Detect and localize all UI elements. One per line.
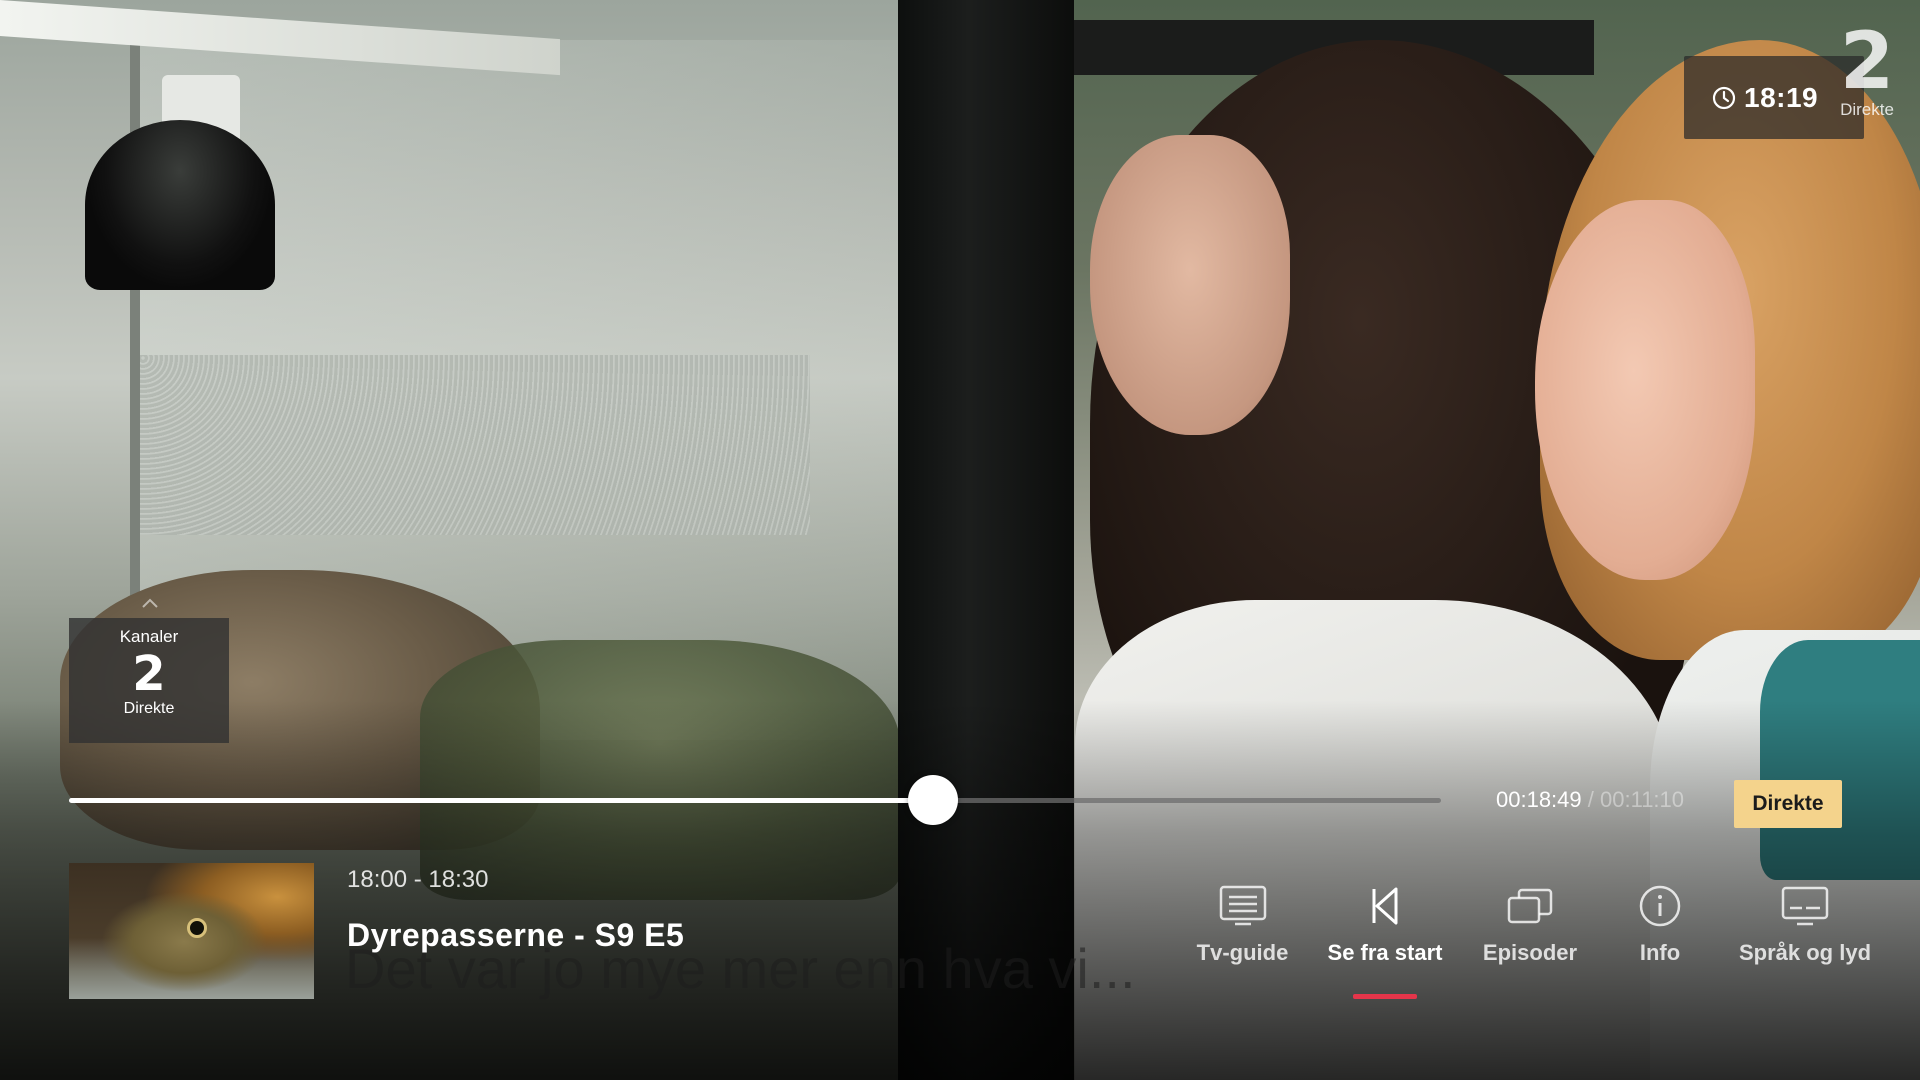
time-readout: 00:18:49 / 00:11:10 (1496, 787, 1684, 813)
current-time: 00:18:49 (1496, 787, 1582, 812)
channels-status: Direkte (123, 700, 175, 717)
channels-number: 2 (132, 646, 166, 702)
info-icon (1639, 885, 1681, 927)
progress-fill (69, 798, 934, 803)
active-indicator (1353, 994, 1417, 999)
tv-guide-icon (1219, 885, 1266, 926)
menu-label: Språk og lyd (1738, 940, 1872, 965)
menu-item-sprak-og-lyd[interactable]: Språk og lyd (1725, 884, 1885, 966)
clock-icon (1712, 86, 1736, 109)
live-button[interactable]: Direkte (1734, 780, 1842, 828)
time-separator: / (1587, 787, 1594, 812)
total-time: 00:11:10 (1600, 787, 1685, 812)
menu-label: Tv-guide (1196, 940, 1289, 965)
channels-button[interactable]: Kanaler 2 Direkte (69, 618, 229, 743)
channel-logo-number: 2 (1839, 17, 1895, 107)
skip-to-start-icon (1372, 887, 1398, 925)
menu-item-se-fra-start[interactable]: Se fra start (1315, 884, 1455, 999)
menu-item-episoder[interactable]: Episoder (1465, 884, 1595, 966)
menu-item-tv-guide[interactable]: Tv-guide (1170, 884, 1315, 966)
program-thumbnail (69, 863, 314, 999)
menu-label: Episoder (1482, 940, 1578, 965)
channels-label: Kanaler (119, 627, 179, 646)
menu-item-info[interactable]: Info (1610, 884, 1710, 966)
progress-bar[interactable] (69, 775, 1441, 825)
channel-logo: 2 Direkte (1822, 17, 1912, 120)
channel-logo-label: Direkte (1840, 100, 1894, 119)
episodes-icon (1507, 888, 1553, 924)
player-menu: Tv-guide Se fra start Episoder Info Språ… (1170, 884, 1890, 1004)
menu-label: Info (1639, 940, 1681, 965)
program-title: Dyrepasserne - S9 E5 (347, 917, 685, 953)
chevron-up-icon (142, 598, 158, 608)
clock-time: 18:19 (1744, 81, 1819, 113)
program-time-range: 18:00 - 18:30 (347, 866, 489, 893)
menu-label: Se fra start (1327, 940, 1443, 965)
subtitles-audio-icon (1781, 886, 1829, 926)
